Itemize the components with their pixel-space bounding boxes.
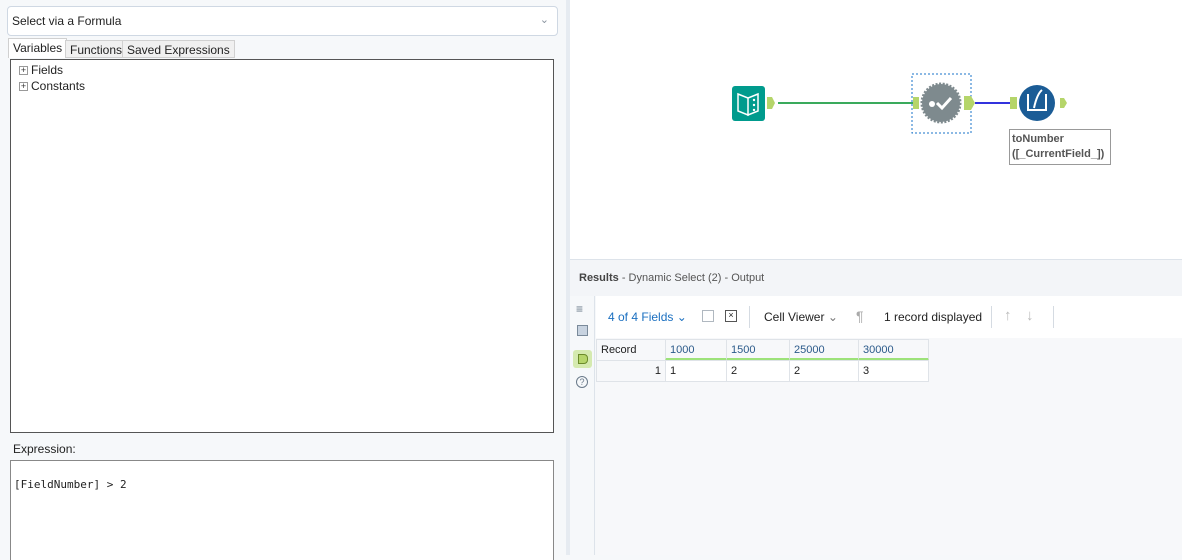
tree-node-constants[interactable]: + Constants	[19, 79, 85, 93]
annotation-line: toNumber	[1012, 133, 1064, 145]
formula-tool-icon[interactable]	[1019, 85, 1055, 121]
results-toolbar: 4 of 4 Fields ⌄ × Cell Viewer ⌄ ¶ 1 reco…	[596, 296, 1182, 338]
tab-saved-expressions[interactable]: Saved Expressions	[122, 40, 235, 58]
tool-annotation: toNumber ([_CurrentField_])	[1009, 129, 1111, 165]
select-all-icon[interactable]	[702, 310, 714, 322]
input-anchor	[1010, 97, 1017, 109]
tab-variables[interactable]: Variables	[8, 38, 68, 58]
cell-viewer-label: Cell Viewer	[764, 310, 825, 324]
output-anchor	[767, 97, 775, 109]
help-icon[interactable]: ?	[576, 376, 588, 388]
record-number: 1	[596, 360, 666, 382]
deselect-all-icon[interactable]: ×	[725, 310, 737, 322]
mode-dropdown-value: Select via a Formula	[12, 14, 122, 28]
divider	[749, 306, 750, 328]
arrow-up-icon[interactable]: ↑	[1004, 307, 1012, 324]
input-data-tool-icon[interactable]	[732, 86, 765, 121]
fields-dropdown[interactable]: 4 of 4 Fields ⌄	[608, 310, 687, 324]
results-side-strip: ≡ ?	[570, 296, 595, 555]
output-anchor	[1060, 98, 1067, 108]
arrow-down-icon[interactable]: ↓	[1026, 307, 1034, 324]
expression-text: [FieldNumber] > 2	[14, 478, 127, 491]
tree-node-label: Constants	[31, 79, 86, 93]
configuration-panel: Select via a Formula ⌄ Variables Function…	[0, 0, 566, 560]
column-header-record[interactable]: Record	[596, 339, 666, 361]
results-subtitle: - Dynamic Select (2) - Output	[621, 272, 765, 284]
tree-node-label: Fields	[31, 63, 64, 77]
annotation-line: ([_CurrentField_])	[1012, 148, 1105, 160]
dynamic-select-tool-icon[interactable]	[920, 82, 962, 124]
results-grid: Record 1000 1500 25000 30000 1 1 2 2 3	[596, 338, 1182, 555]
expression-editor[interactable]: [FieldNumber] > 2	[10, 460, 554, 560]
expression-label: Expression:	[13, 442, 76, 456]
mode-dropdown[interactable]: Select via a Formula ⌄	[7, 6, 558, 36]
record-count: 1 record displayed	[884, 310, 983, 324]
output-anchor	[964, 96, 975, 110]
pilcrow-icon[interactable]: ¶	[856, 308, 864, 324]
expand-icon[interactable]: +	[19, 81, 28, 91]
list-icon[interactable]: ≡	[576, 302, 583, 316]
results-header: Results - Dynamic Select (2) - Output	[570, 259, 1182, 296]
divider	[1053, 306, 1054, 328]
metadata-icon[interactable]	[577, 325, 588, 336]
column-header[interactable]: 1000	[665, 339, 727, 361]
table-cell[interactable]: 2	[789, 360, 859, 382]
data-icon	[578, 354, 588, 364]
chevron-down-icon: ⌄	[539, 14, 549, 26]
variables-tree: + Fields + Constants	[10, 59, 554, 433]
fields-label: 4 of 4 Fields	[608, 310, 674, 324]
chevron-down-icon: ⌄	[827, 310, 838, 324]
column-header[interactable]: 25000	[789, 339, 859, 361]
expand-icon[interactable]: +	[19, 65, 28, 75]
column-header[interactable]: 30000	[858, 339, 929, 361]
input-anchor	[913, 97, 919, 109]
tab-functions[interactable]: Functions	[65, 40, 128, 58]
divider	[991, 306, 992, 328]
chevron-down-icon: ⌄	[676, 310, 687, 324]
cell-viewer-dropdown[interactable]: Cell Viewer ⌄	[764, 310, 838, 324]
table-cell[interactable]: 3	[858, 360, 929, 382]
table-cell[interactable]: 1	[665, 360, 727, 382]
results-title: Results	[579, 272, 619, 284]
table-cell[interactable]: 2	[726, 360, 790, 382]
tree-node-fields[interactable]: + Fields	[19, 63, 63, 77]
data-view-button[interactable]	[573, 350, 592, 368]
column-header[interactable]: 1500	[726, 339, 790, 361]
